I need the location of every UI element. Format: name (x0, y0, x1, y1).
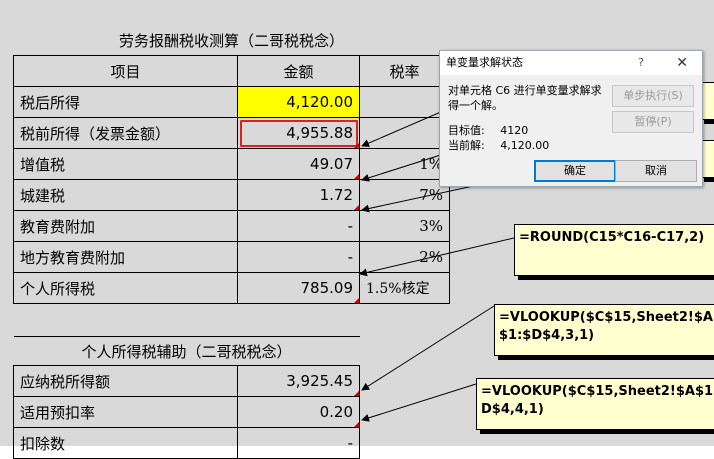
cell-vat-rate[interactable]: 1% (358, 148, 451, 180)
comment-round-formula: =ROUND(C15*C16-C17,2) (514, 224, 714, 276)
cell-deduction-amount[interactable]: - (236, 427, 361, 459)
dialog-titlebar[interactable]: 单变量求解状态 ? ✕ (440, 51, 702, 75)
row-label-deduction[interactable]: 扣除数 (13, 427, 238, 459)
cell-local-edu-fee-rate[interactable]: 2% (358, 241, 451, 273)
cell-withholding-rate-amount[interactable]: 0.20 (236, 396, 361, 428)
ok-button[interactable]: 确定 (534, 160, 616, 182)
goal-seek-status-dialog: 单变量求解状态 ? ✕ 对单元格 C6 进行单变量求解求得一个解。 目标值: 4… (439, 50, 703, 187)
row-label-income-tax[interactable]: 个人所得税 (13, 272, 238, 304)
dialog-message: 对单元格 C6 进行单变量求解求得一个解。 (448, 84, 602, 112)
cell-local-edu-fee-amount[interactable]: - (237, 241, 360, 273)
header-amount[interactable]: 金额 (237, 55, 360, 87)
cell-after-tax-rate[interactable] (358, 86, 451, 118)
comment-round-text: =ROUND(C15*C16-C17,2) (519, 230, 705, 245)
cell-taxable-income-amount[interactable]: 3,925.45 (236, 365, 361, 397)
current-value: 4,120.00 (500, 139, 550, 152)
comment-vlookup-rate: =VLOOKUP($C$15,Sheet2!$A $1:$D$4,3,1) (494, 304, 714, 356)
cell-after-tax-amount[interactable]: 4,120.00 (237, 86, 360, 118)
cell-pre-tax-amount[interactable]: 4,955.88 (237, 117, 360, 149)
comment-vlookup-deduction-line2: D$4,4,1) (481, 402, 544, 417)
header-rate[interactable]: 税率 (358, 55, 451, 87)
comment-vlookup-deduction: =VLOOKUP($C$15,Sheet2!$A$1:$ D$4,4,1) (476, 378, 714, 430)
cell-urban-tax-amount[interactable]: 1.72 (237, 179, 360, 211)
row-label-urban-tax[interactable]: 城建税 (13, 179, 238, 211)
close-icon[interactable]: ✕ (676, 51, 688, 75)
target-value: 4120 (500, 124, 529, 137)
row-label-local-edu-fee[interactable]: 地方教育费附加 (13, 241, 238, 273)
current-value-row: 当前解: 4,120.00 (448, 137, 549, 153)
cell-edu-fee-rate[interactable]: 3% (358, 210, 451, 242)
row-label-withholding-rate[interactable]: 适用预扣率 (13, 396, 238, 428)
header-item[interactable]: 项目 (13, 55, 238, 87)
cell-edu-fee-amount[interactable]: - (237, 210, 360, 242)
comment-vlookup-deduction-line1: =VLOOKUP($C$15,Sheet2!$A$1:$ (481, 384, 714, 399)
row-label-edu-fee[interactable]: 教育费附加 (13, 210, 238, 242)
comment-vlookup-rate-line1: =VLOOKUP($C$15,Sheet2!$A (499, 310, 713, 325)
table-title: 劳务报酬税收测算（二哥税税念） (13, 25, 450, 56)
current-value-label: 当前解: (448, 139, 485, 152)
row-label-taxable-income[interactable]: 应纳税所得额 (13, 365, 238, 397)
cell-income-tax-rate[interactable]: 1.5%核定 (358, 272, 451, 304)
labor-tax-table: 劳务报酬税收测算（二哥税税念） 项目 金额 税率 税后所得 4,120.00 税… (13, 25, 451, 304)
target-value-row: 目标值: 4120 (448, 122, 528, 138)
income-tax-aux-table: 个人所得税辅助（二哥税税念） 应纳税所得额 3,925.45 适用预扣率 0.2… (13, 336, 361, 459)
cell-vat-amount[interactable]: 49.07 (237, 148, 360, 180)
cell-pre-tax-rate[interactable] (358, 117, 451, 149)
help-icon[interactable]: ? (638, 51, 644, 75)
cell-urban-tax-rate[interactable]: 7% (358, 179, 451, 211)
step-button[interactable]: 单步执行(S) (612, 85, 694, 107)
cancel-button[interactable]: 取消 (615, 160, 697, 182)
comment-vlookup-rate-line2: $1:$D$4,3,1) (499, 328, 595, 343)
cell-income-tax-amount[interactable]: 785.09 (237, 272, 360, 304)
pause-button[interactable]: 暂停(P) (612, 111, 694, 133)
aux-table-title: 个人所得税辅助（二哥税税念） (13, 336, 360, 366)
target-value-label: 目标值: (448, 124, 485, 137)
row-label-after-tax[interactable]: 税后所得 (13, 86, 238, 118)
dialog-title: 单变量求解状态 (446, 56, 523, 69)
row-label-vat[interactable]: 增值税 (13, 148, 238, 180)
row-label-pre-tax[interactable]: 税前所得（发票金额） (13, 117, 238, 149)
